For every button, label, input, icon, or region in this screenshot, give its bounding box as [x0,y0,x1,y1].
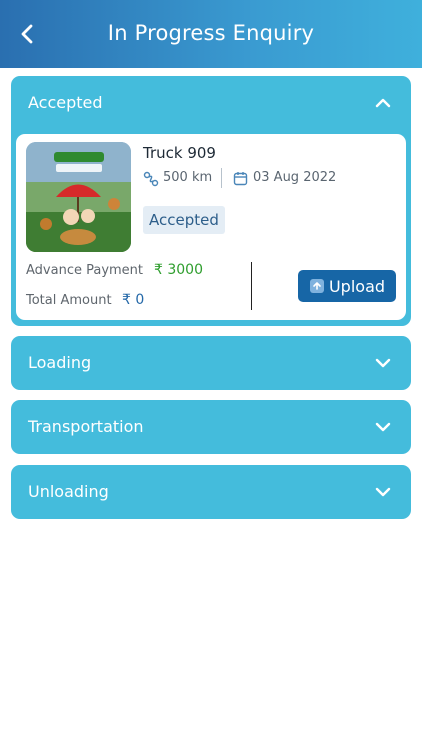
distance-value: 500 km [163,170,213,185]
truck-name: Truck 909 [143,144,216,162]
chevron-down-icon[interactable] [375,485,391,499]
total-amount-label: Total Amount [26,293,112,308]
upload-label: Upload [328,276,386,296]
status-badge: Accepted [143,206,225,234]
card-divider [251,262,252,310]
section-unloading[interactable]: Unloading [11,465,411,519]
section-transportation[interactable]: Transportation [11,400,411,454]
calendar-icon [233,172,248,186]
section-label: Accepted [28,93,103,112]
section-label: Unloading [28,482,109,501]
meta-divider [221,168,222,188]
chevron-down-icon[interactable] [375,420,391,434]
chevron-down-icon[interactable] [375,356,391,370]
app-header: In Progress Enquiry [0,0,422,68]
advance-payment-value: ₹ 3000 [154,262,203,278]
section-loading[interactable]: Loading [11,336,411,390]
section-label: Transportation [28,417,144,436]
page-title: In Progress Enquiry [107,21,315,45]
section-accepted: Accepted Truck 909 500 km 03 Aug 2022 Ac… [11,76,411,326]
chevron-up-icon[interactable] [375,96,391,110]
enquiry-card[interactable]: Truck 909 500 km 03 Aug 2022 Accepted Ad… [16,134,406,320]
upload-icon [309,279,324,293]
date-value: 03 Aug 2022 [253,170,337,185]
truck-image [26,142,131,252]
advance-payment-label: Advance Payment [26,263,144,278]
section-accepted-header[interactable]: Accepted [11,76,411,130]
section-label: Loading [28,353,92,372]
upload-button[interactable]: Upload [298,270,396,302]
distance-icon [143,171,159,187]
total-amount-value: ₹ 0 [122,292,145,308]
